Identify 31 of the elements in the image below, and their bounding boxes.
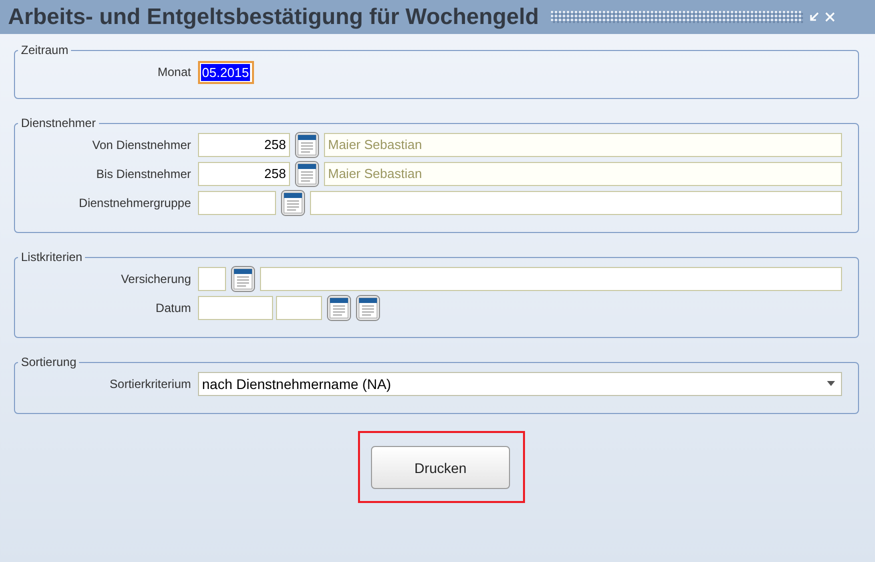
group-title: Dienstnehmer xyxy=(20,116,97,130)
restore-icon[interactable] xyxy=(808,12,819,22)
date-field[interactable] xyxy=(198,296,273,320)
input-field[interactable] xyxy=(198,266,226,290)
group-title: Sortierung xyxy=(20,355,78,369)
close-icon[interactable] xyxy=(824,12,835,22)
group-title: Zeitraum xyxy=(20,43,70,57)
field-label: Dienstnehmergruppe xyxy=(78,196,191,210)
calendar-icon[interactable] xyxy=(295,160,319,186)
field-label: Versicherung xyxy=(120,272,191,286)
grip-pattern-icon xyxy=(550,11,803,23)
calendar-icon[interactable] xyxy=(356,294,380,320)
calendar-icon[interactable] xyxy=(295,132,319,158)
date-field[interactable] xyxy=(276,296,322,320)
calendar-icon[interactable] xyxy=(231,266,255,292)
sort-dropdown[interactable]: nach Dienstnehmername (NA) xyxy=(198,372,842,396)
field-label: Datum xyxy=(154,300,191,314)
input-field[interactable] xyxy=(198,190,276,214)
input-field[interactable] xyxy=(310,190,842,214)
input-field[interactable] xyxy=(260,266,842,290)
window-title: Arbeits- und Entgeltsbestätigung für Wochengeld xyxy=(8,4,539,30)
calendar-icon[interactable] xyxy=(281,190,305,216)
calendar-icon[interactable] xyxy=(327,294,351,320)
field-label: Von Dienstnehmer xyxy=(91,138,191,152)
month-field[interactable]: 05.2015 xyxy=(198,60,254,84)
group-title: Listkriterien xyxy=(20,250,84,264)
field-label: Sortierkriterium xyxy=(108,376,191,390)
field-label: Monat xyxy=(156,65,191,79)
print-button[interactable]: Drucken xyxy=(371,446,510,489)
field-label: Bis Dienstnehmer xyxy=(95,166,191,180)
caret-icon xyxy=(827,381,835,386)
